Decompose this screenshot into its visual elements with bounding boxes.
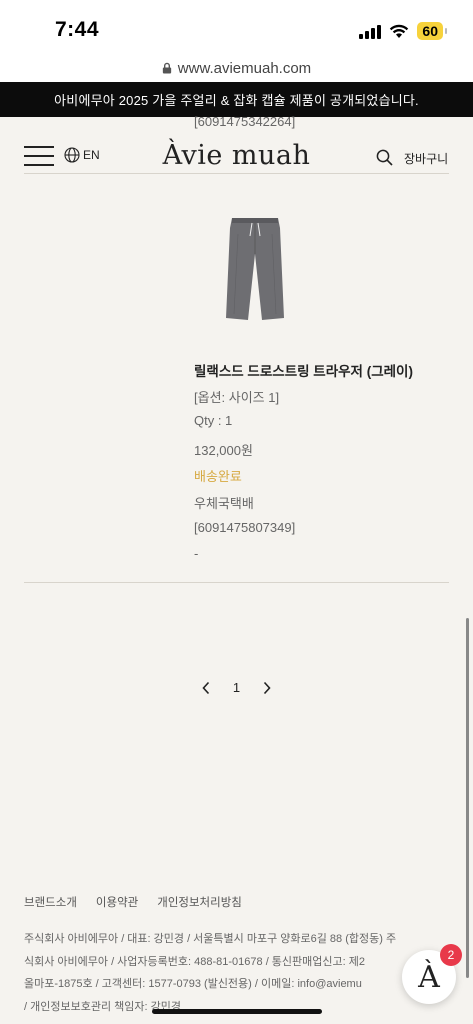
address-bar[interactable]: www.aviemuah.com — [0, 54, 473, 82]
company-line: / 개인정보보호관리 책임자: 강민경 — [24, 1000, 181, 1013]
product-image[interactable] — [224, 214, 286, 322]
wifi-icon — [389, 24, 409, 39]
order-item-details: 릴랙스드 드로스트링 트라우저 (그레이) [옵션: 사이즈 1] Qty : … — [194, 360, 413, 573]
footer-link-terms[interactable]: 이용약관 — [96, 894, 138, 910]
product-option: [옵션: 사이즈 1] — [194, 389, 280, 405]
footer-links: 브랜드소개 이용약관 개인정보처리방침 — [24, 894, 242, 910]
product-qty: Qty : 1 — [194, 413, 233, 429]
status-icons: 60 — [359, 22, 447, 40]
header-divider — [24, 173, 449, 174]
home-indicator — [152, 1009, 322, 1014]
url-text: www.aviemuah.com — [177, 59, 312, 77]
item-divider — [24, 582, 449, 583]
chat-notification-badge: 2 — [440, 944, 462, 966]
company-line: 올마포-1875호 / 고객센터: 1577-0793 (발신전용) / 이메일… — [24, 978, 362, 990]
site-header: EN Àvie muah 장바구니 — [0, 136, 473, 176]
product-price: 132,000원 — [194, 442, 253, 458]
battery-indicator: 60 — [417, 22, 447, 40]
cart-link[interactable]: 장바구니 — [404, 150, 448, 167]
previous-item-tracking: [6091475342264] — [194, 114, 296, 129]
lock-icon — [162, 62, 171, 74]
chevron-right-icon[interactable] — [262, 681, 272, 695]
footer-link-privacy[interactable]: 개인정보처리방침 — [157, 894, 242, 910]
announcement-banner[interactable]: 아비에무아 2025 가을 주얼리 & 잡화 캡슐 제품이 공개되었습니다. — [0, 82, 473, 117]
company-line: 식회사 아비에무아 / 사업자등록번호: 488-81-01678 / 통신판매… — [24, 955, 365, 968]
status-bar: 7:44 60 — [0, 0, 473, 54]
footer-link-brand[interactable]: 브랜드소개 — [24, 894, 77, 910]
chevron-left-icon[interactable] — [201, 681, 211, 695]
carrier-name: 우체국택배 — [194, 495, 254, 511]
page-number-current[interactable]: 1 — [233, 680, 240, 695]
scrollbar[interactable] — [466, 618, 469, 978]
company-line: 주식회사 아비에무아 / 대표: 강민경 / 서울특별시 마포구 양화로6길 8… — [24, 933, 397, 945]
brand-logo[interactable]: Àvie muah — [0, 140, 473, 171]
company-info: 주식회사 아비에무아 / 대표: 강민경 / 서울특별시 마포구 양화로6길 8… — [24, 928, 449, 1018]
delivery-status: 배송완료 — [194, 469, 242, 485]
product-name[interactable]: 릴랙스드 드로스트링 트라우저 (그레이) — [194, 360, 413, 387]
status-time: 7:44 — [55, 18, 100, 41]
signal-icon — [359, 24, 382, 39]
tracking-number[interactable]: [6091475807349] — [194, 520, 413, 547]
extra-info: - — [194, 546, 199, 562]
pagination: 1 — [0, 680, 473, 695]
search-icon[interactable] — [376, 149, 393, 166]
